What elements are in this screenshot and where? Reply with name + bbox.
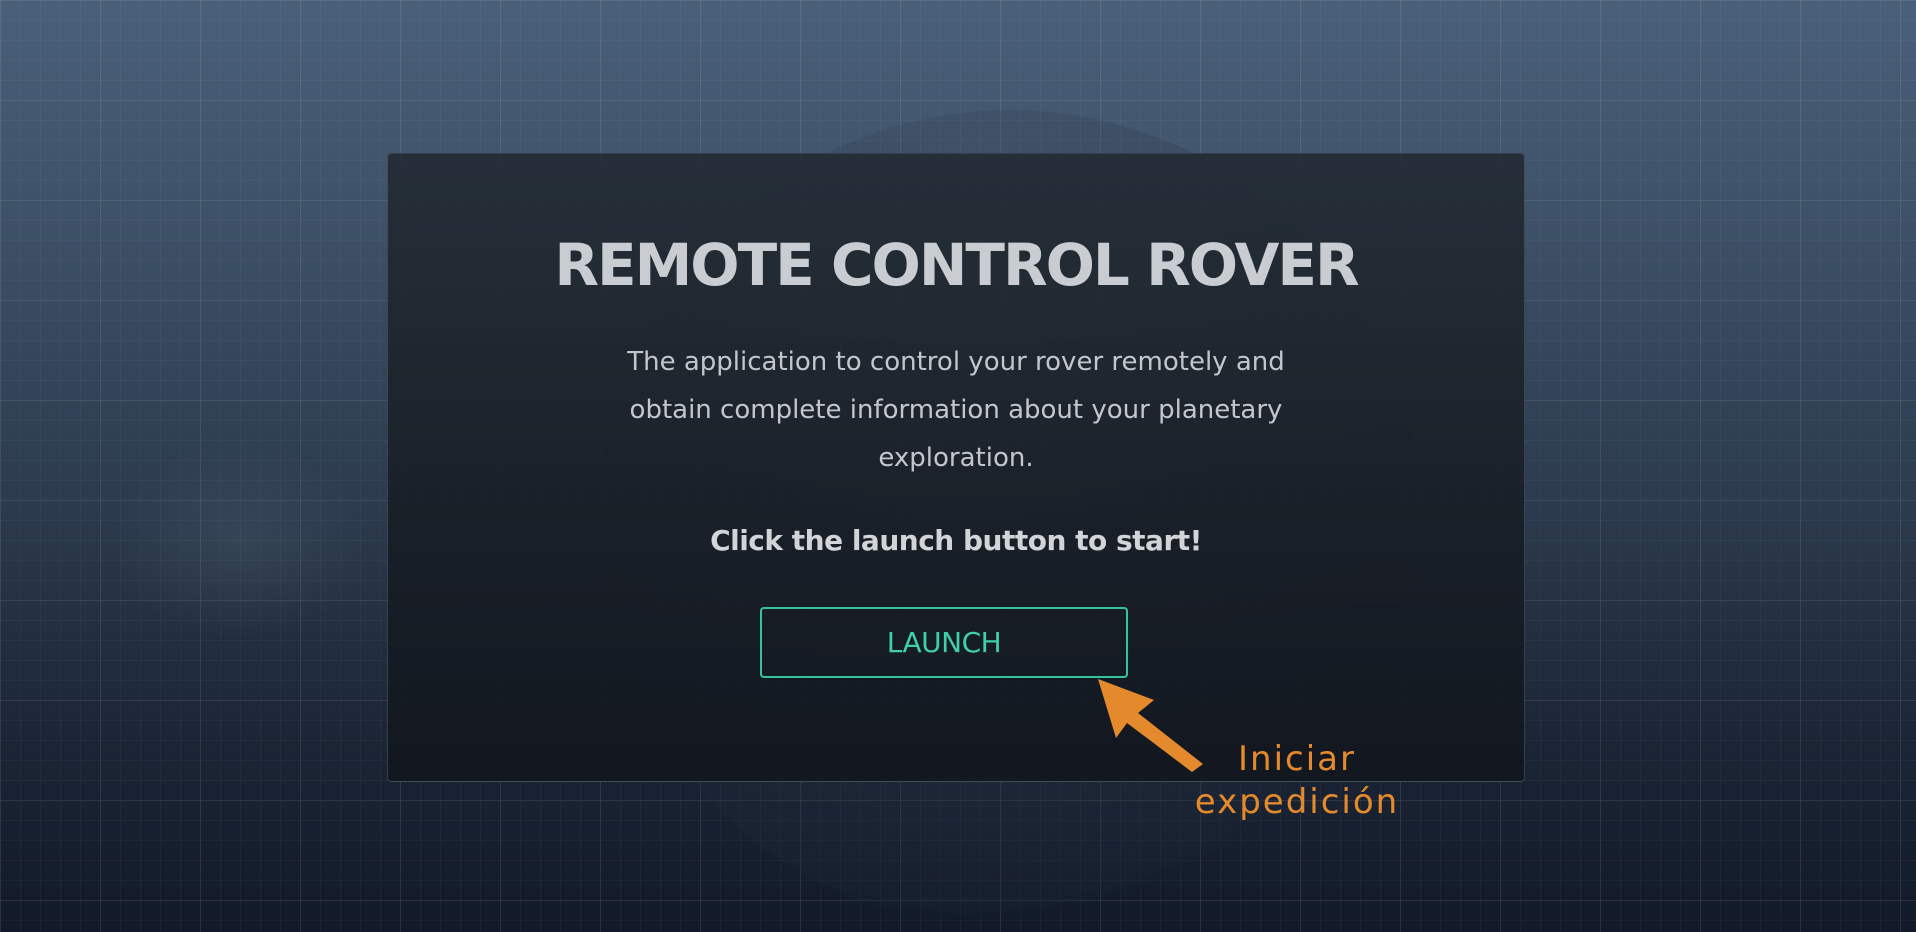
annotation-line-2: expedición xyxy=(1194,782,1400,822)
welcome-card: REMOTE CONTROL ROVER The application to … xyxy=(387,153,1525,782)
annotation-line-1: Iniciar xyxy=(1238,739,1356,779)
launch-instruction: Click the launch button to start! xyxy=(710,524,1202,557)
app-description: The application to control your rover re… xyxy=(627,347,1285,473)
spacecraft-background xyxy=(110,440,370,640)
launch-button[interactable]: LAUNCH xyxy=(760,607,1128,678)
app-title: REMOTE CONTROL ROVER xyxy=(554,231,1359,299)
annotation-label: Iniciar expedición xyxy=(1182,738,1412,824)
